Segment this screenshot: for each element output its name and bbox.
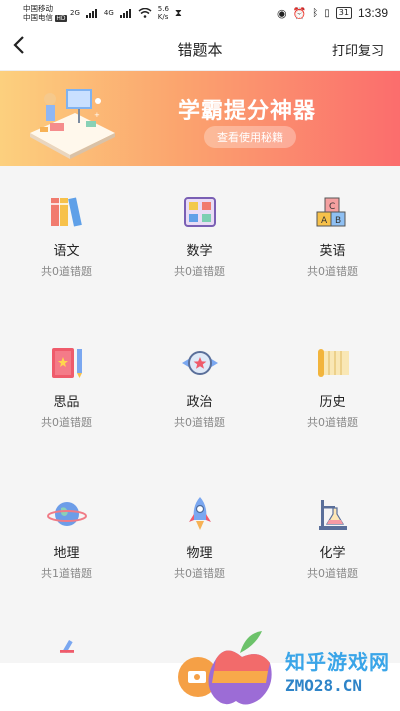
subject-item-chemistry[interactable]: 化学 共0道错题 — [266, 494, 399, 581]
subject-count: 共0道错题 — [307, 265, 358, 278]
carrier-1: 中国移动 — [23, 4, 53, 13]
flask-icon — [318, 500, 347, 530]
subject-count: 共0道错题 — [41, 416, 92, 429]
network-indicators: 2G 4G 5.6 K/s ⧗ — [70, 5, 182, 21]
net-2g: 2G — [70, 9, 80, 17]
subject-name: 历史 — [319, 395, 346, 410]
eye-icon: ◉ — [276, 6, 287, 20]
subject-name: 物理 — [186, 546, 213, 561]
status-right: ◉ ⏰ ᛒ ▯ 31 13:39 — [277, 6, 388, 20]
print-review-button[interactable]: 打印复习 — [332, 40, 384, 59]
subject-name: 思品 — [53, 395, 80, 410]
subject-name: 数学 — [186, 244, 213, 259]
subject-name: 地理 — [53, 546, 80, 561]
svg-text:C: C — [329, 202, 335, 212]
hd-badge: HD — [55, 15, 67, 22]
subject-item-chinese[interactable]: 语文 共0道错题 — [0, 192, 133, 279]
banner-title: 学霸提分神器 — [178, 99, 317, 124]
subject-name: 化学 — [319, 546, 346, 561]
svg-text:A: A — [321, 216, 328, 226]
net-speed: 5.6 K/s — [157, 5, 169, 21]
subject-item-morality[interactable]: 思品 共0道错题 — [0, 343, 133, 430]
rocket-icon — [188, 497, 211, 530]
status-bar: 中国移动 中国电信 HD 2G 4G 5.6 K/s ⧗ ◉ ⏰ ᛒ ▯ 31 … — [0, 0, 400, 26]
watermark-domain: ZMO28.CN — [285, 676, 363, 695]
subject-count: 共0道错题 — [41, 265, 92, 278]
svg-text:B: B — [335, 216, 341, 226]
subject-count: 共1道错题 — [41, 567, 92, 580]
vibrate-icon: ▯ — [324, 7, 330, 19]
subject-count: 共0道错题 — [174, 416, 225, 429]
subject-count: 共0道错题 — [174, 265, 225, 278]
signal-icon — [119, 8, 131, 18]
watermark-text: 知乎游戏网 — [285, 650, 390, 674]
net-4g: 4G — [103, 9, 114, 17]
nav-bar: 错题本 打印复习 — [0, 26, 400, 71]
wifi-icon — [138, 8, 152, 18]
usage-tips-button[interactable]: 查看使用秘籍 — [204, 126, 296, 148]
subject-item-politics[interactable]: 政治 共0道错题 — [133, 343, 266, 430]
carrier-2: 中国电信 HD — [23, 13, 67, 23]
books-icon — [50, 197, 82, 227]
subject-item-geography[interactable]: 地理 共1道错题 — [0, 494, 133, 581]
svg-text:+: + — [94, 111, 100, 119]
subject-name: 政治 — [186, 395, 213, 410]
microscope-icon — [59, 639, 74, 654]
subject-item-english[interactable]: A B C 英语 共0道错题 — [266, 192, 399, 279]
subject-name: 英语 — [319, 244, 346, 259]
hourglass-icon: ⧗ — [174, 7, 182, 19]
subject-item-history[interactable]: 历史 共0道错题 — [266, 343, 399, 430]
bluetooth-icon: ᛒ — [312, 7, 319, 19]
subject-name: 语文 — [53, 244, 80, 259]
promo-banner[interactable]: + 学霸提分神器 查看使用秘籍 — [0, 71, 400, 166]
alarm-icon: ⏰ — [292, 6, 307, 20]
subject-count: 共0道错题 — [174, 567, 225, 580]
planet-icon — [46, 502, 87, 526]
signal-icon — [85, 8, 97, 18]
subject-item-math[interactable]: 数学 共0道错题 — [133, 192, 266, 279]
carrier-labels: 中国移动 中国电信 HD — [23, 4, 67, 23]
subject-item-physics[interactable]: 物理 共0道错题 — [133, 494, 266, 581]
scroll-icon — [317, 349, 349, 377]
calculator-icon — [183, 197, 216, 227]
subject-count: 共0道错题 — [307, 416, 358, 429]
carrier-2-label: 中国电信 — [23, 13, 53, 22]
study-illustration: + — [30, 89, 115, 159]
clock: 13:39 — [357, 6, 388, 20]
emblem-icon — [181, 351, 218, 375]
subject-count: 共0道错题 — [307, 567, 358, 580]
battery-icon: 31 — [335, 7, 352, 19]
abc-blocks-icon: A B C — [316, 197, 345, 227]
book-pencil-icon — [51, 348, 82, 378]
